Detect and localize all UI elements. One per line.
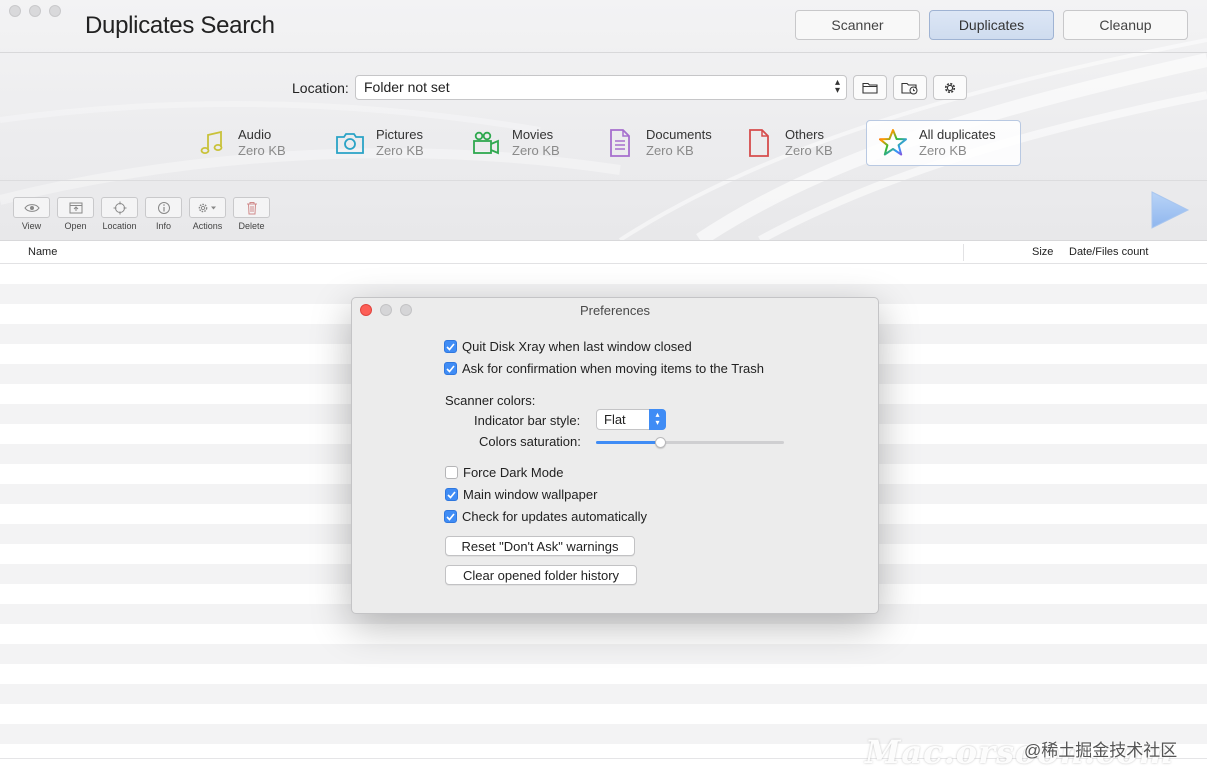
checkmark-icon <box>445 488 458 501</box>
checkbox-label: Ask for confirmation when moving items t… <box>462 361 765 376</box>
location-tool-label: Location <box>102 221 137 231</box>
crosshair-icon <box>113 201 126 214</box>
start-scan-button[interactable] <box>1150 191 1190 229</box>
category-size: Zero KB <box>238 143 286 158</box>
confirm-trash-checkbox[interactable]: Ask for confirmation when moving items t… <box>444 361 764 376</box>
checkbox-label: Main window wallpaper <box>463 487 598 502</box>
dialog-title: Preferences <box>579 303 651 318</box>
category-name: Pictures <box>376 127 423 142</box>
category-name: Documents <box>646 127 712 142</box>
actions-tool[interactable]: Actions <box>189 197 226 231</box>
force-dark-checkbox[interactable]: Force Dark Mode <box>445 465 563 480</box>
category-size: Zero KB <box>376 143 424 158</box>
list-header: Name Size Date/Files count <box>0 240 1207 264</box>
divider <box>0 52 1207 53</box>
info-icon <box>157 201 170 214</box>
category-others[interactable]: Others Zero KB <box>743 120 843 166</box>
column-separator <box>963 244 964 261</box>
saturation-label: Colors saturation: <box>479 434 581 449</box>
eye-icon <box>23 203 40 212</box>
location-tool[interactable]: Location <box>101 197 138 231</box>
document-icon <box>604 127 636 159</box>
app-title: Duplicates Search <box>85 12 275 39</box>
column-size[interactable]: Size <box>1032 246 1053 258</box>
gear-menu-icon <box>198 203 216 212</box>
trash-icon <box>246 201 257 214</box>
location-value: Folder not set <box>364 79 450 95</box>
quit-on-close-checkbox[interactable]: Quit Disk Xray when last window closed <box>444 339 692 354</box>
camera-icon <box>334 127 366 159</box>
view-label: View <box>21 221 42 231</box>
folder-icon <box>862 82 878 94</box>
delete-label: Delete <box>238 221 265 231</box>
category-movies[interactable]: Movies Zero KB <box>470 120 580 166</box>
checkmark-icon <box>444 340 457 353</box>
category-size: Zero KB <box>646 143 694 158</box>
tab-duplicates[interactable]: Duplicates <box>929 10 1054 40</box>
checkbox-label: Force Dark Mode <box>463 465 564 480</box>
tab-scanner[interactable]: Scanner <box>795 10 920 40</box>
divider <box>0 180 1207 181</box>
checkmark-icon <box>444 362 457 375</box>
category-audio[interactable]: Audio Zero KB <box>196 120 306 166</box>
open-label: Open <box>64 221 87 231</box>
watermark-cn: @稀土掘金技术社区 <box>1024 741 1178 760</box>
location-label: Location: <box>292 80 349 96</box>
gear-icon <box>944 82 956 93</box>
open-icon <box>69 202 82 213</box>
file-icon <box>743 127 775 159</box>
tab-cleanup[interactable]: Cleanup <box>1063 10 1188 40</box>
column-date[interactable]: Date/Files count <box>1069 246 1148 258</box>
info-tool[interactable]: Info <box>145 197 182 231</box>
view-tool[interactable]: View <box>13 197 50 231</box>
reset-warnings-button[interactable]: Reset "Don't Ask" warnings <box>445 536 635 556</box>
movie-camera-icon <box>470 127 502 159</box>
checkbox-box <box>445 466 458 479</box>
delete-tool[interactable]: Delete <box>233 197 270 231</box>
category-name: Others <box>785 127 825 142</box>
indicator-style-value: Flat <box>604 412 626 427</box>
checkbox-label: Check for updates automatically <box>462 509 647 524</box>
checkbox-label: Quit Disk Xray when last window closed <box>462 339 692 354</box>
actions-label: Actions <box>192 221 223 231</box>
window-controls <box>9 5 61 17</box>
slider-knob[interactable] <box>654 437 666 448</box>
category-size: Zero KB <box>785 143 833 158</box>
main-window: Duplicates Search Scanner Duplicates Cle… <box>0 0 1207 778</box>
settings-button[interactable] <box>933 75 967 100</box>
music-note-icon <box>196 127 228 159</box>
slider-fill <box>596 441 660 444</box>
close-window-button[interactable] <box>9 5 21 17</box>
saturation-slider[interactable] <box>596 436 784 450</box>
folder-history-icon <box>901 82 918 94</box>
indicator-style-select[interactable]: Flat ▴ ▾ <box>596 409 666 430</box>
category-documents[interactable]: Documents Zero KB <box>604 120 724 166</box>
open-tool[interactable]: Open <box>57 197 94 231</box>
header-area: Duplicates Search Scanner Duplicates Cle… <box>0 0 1207 240</box>
column-name[interactable]: Name <box>28 246 57 258</box>
scanner-colors-label: Scanner colors: <box>445 393 536 408</box>
star-icon <box>877 127 909 159</box>
clear-history-button[interactable]: Clear opened folder history <box>445 565 637 585</box>
indicator-style-label: Indicator bar style: <box>474 413 581 428</box>
category-pictures[interactable]: Pictures Zero KB <box>334 120 444 166</box>
category-name: All duplicates <box>919 127 996 142</box>
info-label: Info <box>155 221 171 231</box>
category-size: Zero KB <box>512 143 560 158</box>
recent-folder-button[interactable] <box>893 75 927 100</box>
category-size: Zero KB <box>919 143 967 158</box>
category-name: Audio <box>238 127 272 142</box>
location-select[interactable]: Folder not set ▴ ▾ <box>355 75 847 100</box>
chevron-updown-icon: ▴ ▾ <box>649 409 666 430</box>
minimize-window-button[interactable] <box>29 5 41 17</box>
chevron-updown-icon: ▴ ▾ <box>834 77 840 96</box>
checkmark-icon <box>444 510 457 523</box>
zoom-window-button[interactable] <box>49 5 61 17</box>
open-folder-button[interactable] <box>853 75 887 100</box>
category-name: Movies <box>512 127 554 142</box>
updates-checkbox[interactable]: Check for updates automatically <box>444 509 647 524</box>
wallpaper-checkbox[interactable]: Main window wallpaper <box>445 487 597 502</box>
category-all-duplicates[interactable]: All duplicates Zero KB <box>866 120 1021 166</box>
